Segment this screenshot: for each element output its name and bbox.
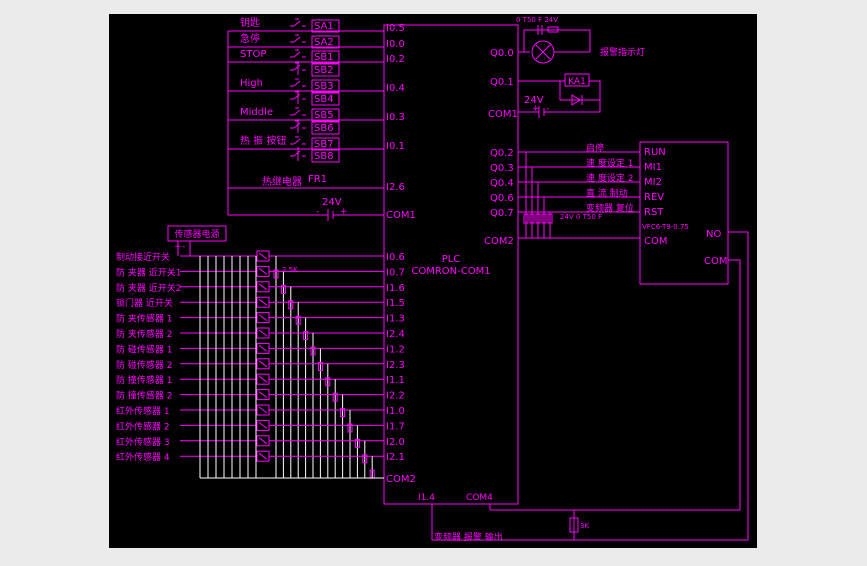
plc-port-label: I1.4 — [418, 493, 435, 503]
switch-tag-label: SB6 — [314, 123, 334, 134]
plc-input-port-label: I1.2 — [386, 344, 405, 355]
plc-input-port-label: I1.5 — [386, 298, 405, 309]
plc-input-port-label: I0.6 — [386, 252, 405, 263]
plc-input-port-label: I0.3 — [386, 112, 405, 123]
sensor-power-label: 传感器电源 — [174, 228, 219, 240]
sensor-label: 防 夹传感器 2 — [116, 328, 172, 340]
inverter-terminal-label: COM — [704, 256, 727, 267]
sensor-label: 防 夹传感器 1 — [116, 313, 172, 325]
relay-tag-label: FR1 — [308, 174, 327, 185]
plc-port-label: COM4 — [466, 493, 493, 503]
plc-com-port-label: COM1 — [386, 210, 416, 221]
switch-tag-label: SB8 — [314, 151, 334, 162]
inverter-terminal-label: MI1 — [644, 162, 662, 173]
inverter-terminal-label: REV — [644, 192, 664, 203]
inverter-function-label: 启停 — [586, 142, 604, 154]
plc-wiring-diagram: PLCCOMRON-COM1 I1.4 COM4 钥匙 SA1 I0.5 急停 SA2 I0.0… — [109, 14, 757, 548]
plc-model: COMRON-COM1 — [411, 266, 490, 277]
inverter-function-label: 直 流 制动 — [586, 187, 628, 199]
plc-input-port-label: I2.4 — [386, 329, 405, 340]
sensor-label: 防 撞传感器 2 — [116, 390, 172, 402]
input-name-label: STOP — [240, 49, 266, 60]
plc-input-port-label: I2.2 — [386, 391, 405, 402]
input-name-label: 钥匙 — [240, 16, 260, 29]
switch-tag-label: SB7 — [314, 139, 334, 150]
plc-input-port-label: I1.0 — [386, 406, 405, 417]
sensor-label: 红外传感器 4 — [116, 451, 170, 463]
inverter-terminal-label: MI2 — [644, 177, 662, 188]
plc-output-port-label: Q0.1 — [490, 77, 514, 88]
plc-output-port-label: Q0.0 — [490, 48, 514, 59]
input-name-label: High — [240, 78, 263, 89]
plc-output-port-label: Q0.6 — [490, 193, 514, 204]
supply-voltage-label: 24V — [322, 197, 342, 208]
snubber-note: 0 T50 F 24V — [516, 16, 558, 24]
inverter-terminal-label: NO — [706, 229, 721, 240]
sensor-label: 红外传感器 1 — [116, 405, 170, 417]
plc-input-port-label: I2.3 — [386, 360, 405, 371]
fault-resistor-label: 3K — [580, 522, 589, 530]
relay-coil-label: KA1 — [568, 77, 586, 87]
input-name-label: Middle — [240, 107, 273, 118]
schematic-window: PLC COMRON-COM1 I1.4 COM4 钥匙 SA1 I0.5 急停 SA2 I0.0… — [0, 0, 867, 562]
plc-output-port-label: Q0.3 — [490, 163, 514, 174]
plc-input-port-label: I1.3 — [386, 314, 405, 325]
plc-input-port-label: I0.1 — [386, 141, 405, 152]
sensor-minus-label: - — [182, 242, 185, 252]
plc-com-port-label: COM2 — [484, 236, 514, 247]
sensor-label: 防 撞传感器 1 — [116, 374, 172, 386]
switch-tag-label: SA1 — [314, 21, 334, 32]
supply-plus-label: + — [532, 104, 540, 114]
sensor-label: 制动接近开关 — [116, 251, 170, 263]
input-name-label: 热 振 按钮 — [240, 134, 286, 147]
sensor-resistor-label: 2.5K — [282, 266, 298, 274]
fault-output-caption: 变频器 报警 输出 — [434, 531, 503, 543]
switch-tag-label: SB4 — [314, 94, 334, 105]
plc-input-port-label: I2.0 — [386, 437, 405, 448]
switch-tag-label: SB2 — [314, 65, 334, 76]
inverter-model-label: VFC6-T9-0.75 — [642, 223, 689, 231]
plc-output-port-label: Q0.2 — [490, 148, 514, 159]
switch-tag-label: SB5 — [314, 110, 334, 121]
input-name-label: 急停 — [240, 32, 260, 45]
plc-input-port-label: I2.1 — [386, 452, 405, 463]
sensor-label: 防 夹器 近开关1 — [116, 266, 181, 278]
plc-input-port-label: I0.2 — [386, 54, 405, 65]
plc-input-port-label: I1.6 — [386, 283, 405, 294]
plc-output-port-label: Q0.7 — [490, 208, 514, 219]
plc-title: PLC — [442, 254, 461, 265]
drawing-canvas — [109, 14, 757, 548]
snubber-note: 24V 0 T50 F — [560, 213, 602, 221]
plc-input-port-label: I1.1 — [386, 375, 405, 386]
inverter-terminal-label: RST — [644, 207, 664, 218]
plc-input-port-label: I0.5 — [386, 23, 405, 34]
inverter-terminal-label: RUN — [644, 147, 666, 158]
plc-com-port-label: COM2 — [386, 474, 416, 485]
sensor-label: 锁门器 近开关 — [116, 297, 173, 309]
switch-tag-label: SB3 — [314, 81, 334, 92]
sensor-label: 防 碰传感器 1 — [116, 343, 172, 355]
supply-minus-label: - — [546, 104, 549, 114]
plc-input-port-label: I2.6 — [386, 182, 405, 193]
switch-tag-label: SB1 — [314, 52, 334, 63]
sensor-label: 红外传感器 2 — [116, 420, 170, 432]
alarm-lamp-label: 报警指示灯 — [600, 46, 645, 58]
sensor-label: 防 碰传感器 2 — [116, 359, 172, 371]
inverter-function-label: 速 度设定 1 — [586, 157, 633, 169]
inverter-terminal-label: COM — [644, 236, 667, 247]
inverter-function-label: 速 度设定 2 — [586, 172, 633, 184]
relay-name-label: 热继电器 — [262, 175, 302, 188]
plc-output-port-label: Q0.4 — [490, 178, 514, 189]
plc-input-port-label: I1.7 — [386, 421, 405, 432]
plc-input-port-label: I0.0 — [386, 39, 405, 50]
sensor-label: 红外传感器 3 — [116, 436, 170, 448]
plc-input-port-label: I0.7 — [386, 267, 405, 278]
plc-input-port-label: I0.4 — [386, 83, 405, 94]
switch-tag-label: SA2 — [314, 37, 334, 48]
plc-output-port-label: COM1 — [488, 109, 518, 120]
sensor-label: 防 夹器 近开关2 — [116, 282, 181, 294]
